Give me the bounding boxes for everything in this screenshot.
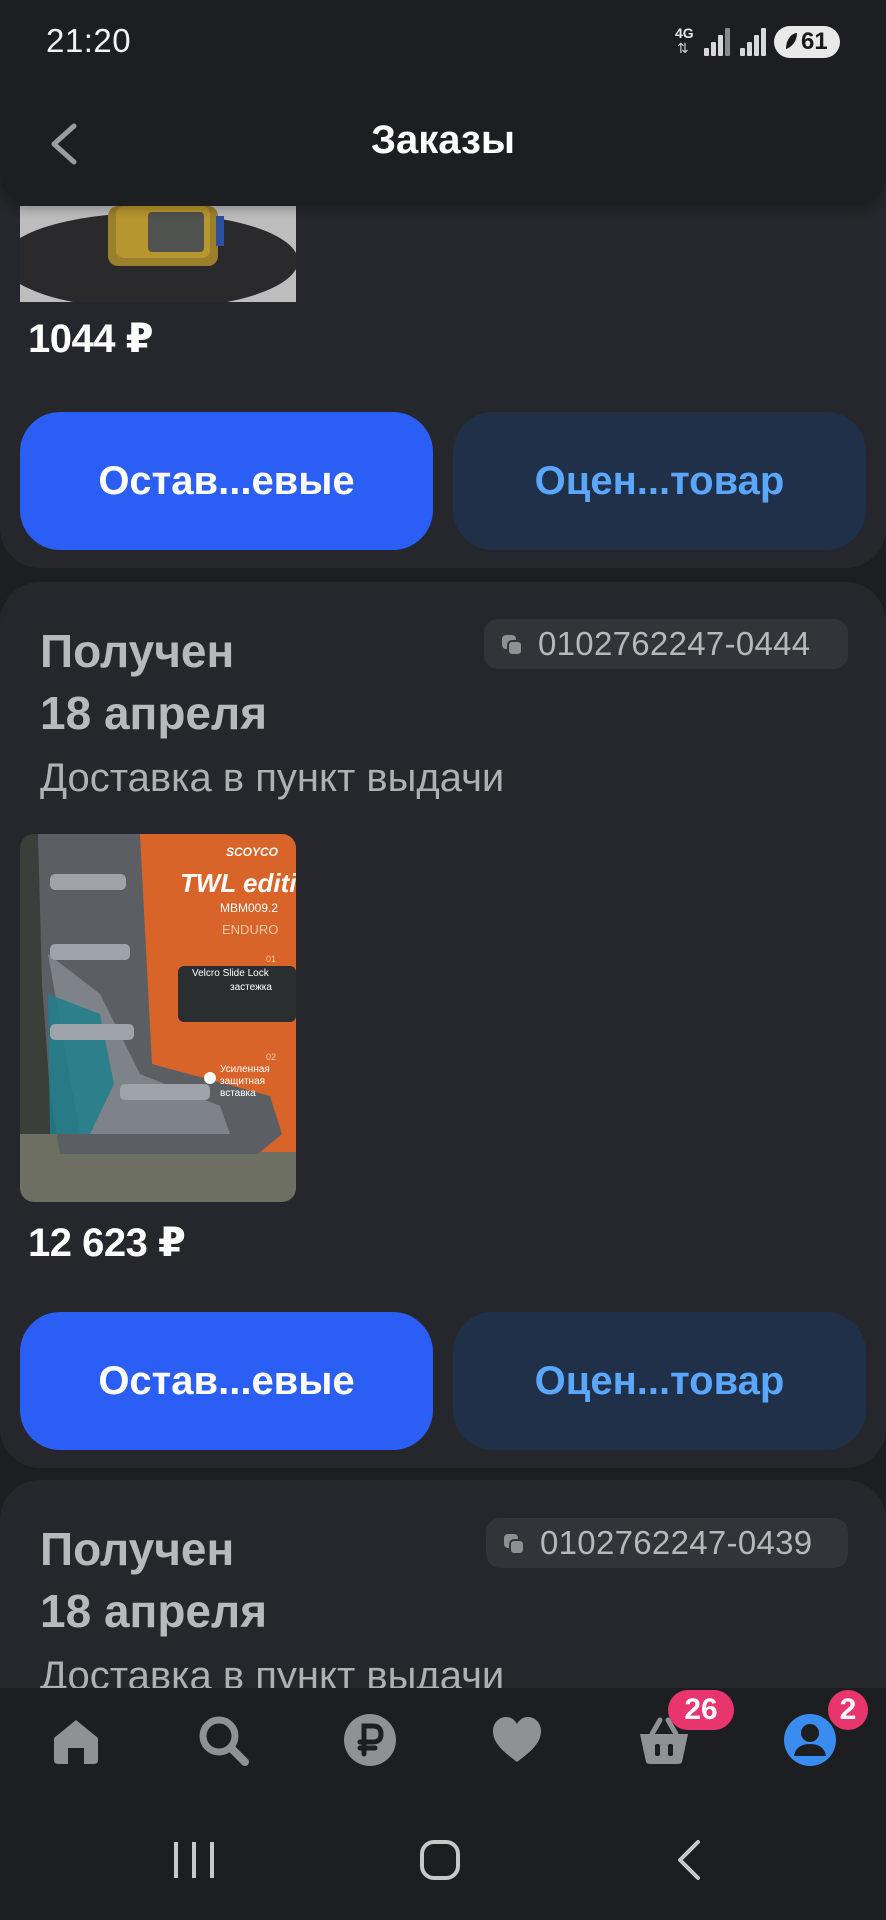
product-image[interactable]: SCOYCO TWL edition MBM009.2 ENDURO 01 Ve… bbox=[20, 834, 296, 1202]
rate-product-button[interactable]: Оцен...товар bbox=[453, 1312, 866, 1450]
heart-icon[interactable] bbox=[489, 1712, 545, 1768]
system-back-icon[interactable] bbox=[672, 1838, 708, 1882]
order-number: 0102762247-0439 bbox=[540, 1524, 813, 1561]
feature2-num: 02 bbox=[266, 1052, 276, 1062]
battery-indicator: 61 bbox=[774, 26, 840, 58]
ruble-icon[interactable] bbox=[342, 1712, 398, 1768]
order-status: Получен bbox=[40, 625, 235, 677]
feature1-text: Velcro Slide Lock bbox=[192, 968, 270, 979]
signal-icon-2 bbox=[740, 26, 766, 56]
product-image[interactable] bbox=[20, 206, 296, 302]
cart-badge: 26 bbox=[668, 1690, 734, 1730]
model-text: MBM009.2 bbox=[220, 901, 278, 915]
profile-badge: 2 bbox=[828, 1690, 868, 1730]
edition-text: TWL edition bbox=[180, 868, 296, 898]
data-arrows-icon: ⇅ bbox=[677, 40, 689, 56]
order-number-chip[interactable]: 0102762247-0439 bbox=[486, 1518, 848, 1568]
order-status: Получен bbox=[40, 1523, 235, 1575]
order-number-chip[interactable]: 0102762247-0444 bbox=[484, 619, 848, 669]
status-time: 21:20 bbox=[46, 22, 132, 59]
feature1-sub: застежка bbox=[230, 982, 272, 993]
category-text: ENDURO bbox=[222, 922, 278, 937]
delivery-method: Доставка в пункт выдачи bbox=[40, 756, 505, 800]
order-price: 12 623 ₽ bbox=[28, 1221, 186, 1265]
order-price: 1044 ₽ bbox=[28, 317, 153, 361]
home-icon[interactable] bbox=[48, 1712, 104, 1768]
leave-review-button[interactable]: Остав...евые bbox=[20, 412, 433, 550]
rate-product-button[interactable]: Оцен...товар bbox=[453, 412, 866, 550]
feature1-num: 01 bbox=[266, 954, 276, 964]
profile-icon[interactable] bbox=[782, 1712, 838, 1768]
page-title: Заказы bbox=[370, 118, 516, 162]
order-number: 0102762247-0444 bbox=[538, 625, 811, 662]
network-type: 4G bbox=[675, 25, 694, 41]
order-date: 18 апреля bbox=[40, 1585, 268, 1637]
system-navigation-bar bbox=[0, 1804, 886, 1920]
copy-icon bbox=[504, 1534, 525, 1555]
power-saving-icon bbox=[786, 33, 797, 49]
search-icon[interactable] bbox=[195, 1712, 251, 1768]
copy-icon bbox=[502, 635, 523, 656]
feature2-text: Усиленная защитная вставка bbox=[220, 1064, 270, 1099]
status-bar: 21:20 4G ⇅ 61 bbox=[0, 0, 886, 86]
recent-apps-icon[interactable] bbox=[170, 1838, 218, 1882]
order-date: 18 апреля bbox=[40, 687, 268, 739]
signal-icon bbox=[704, 26, 730, 56]
bottom-navigation bbox=[0, 1688, 886, 1804]
oil-can-image bbox=[20, 206, 296, 302]
brand-text: SCOYCO bbox=[226, 845, 279, 859]
boot-product-image: SCOYCO TWL edition MBM009.2 ENDURO 01 Ve… bbox=[20, 834, 296, 1202]
battery-level: 61 bbox=[801, 28, 828, 55]
leave-review-button[interactable]: Остав...евые bbox=[20, 1312, 433, 1450]
home-button-icon[interactable] bbox=[418, 1838, 462, 1882]
